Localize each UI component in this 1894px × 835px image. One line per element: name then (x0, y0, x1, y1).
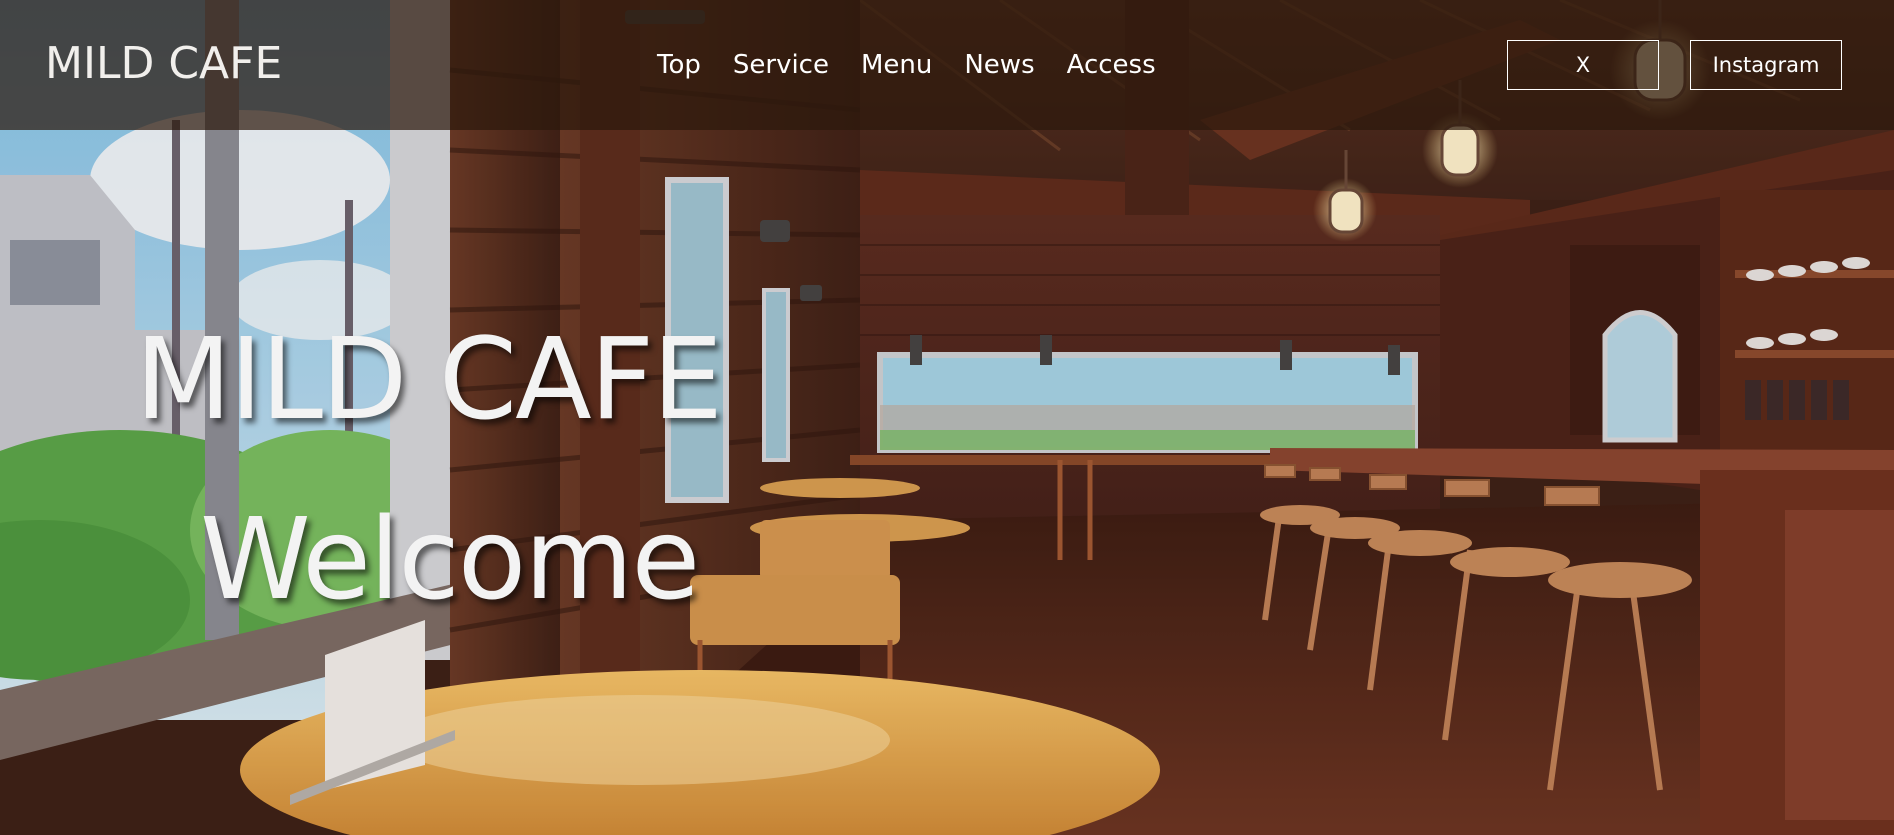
hero-subtitle: Welcome (200, 495, 700, 625)
site-header: MILD CAFE Top Service Menu News Access X… (0, 0, 1894, 130)
nav-link-service[interactable]: Service (733, 50, 829, 80)
nav-link-menu[interactable]: Menu (861, 50, 932, 80)
main-nav: Top Service Menu News Access (657, 50, 1188, 80)
hero-title: MILD CAFE (135, 315, 723, 445)
nav-link-top[interactable]: Top (657, 50, 701, 80)
nav-link-access[interactable]: Access (1067, 50, 1156, 80)
site-logo[interactable]: MILD CAFE (45, 38, 282, 89)
landing-page: MILD CAFE Top Service Menu News Access X… (0, 0, 1894, 835)
instagram-link-button[interactable]: Instagram (1690, 40, 1842, 90)
nav-link-news[interactable]: News (964, 50, 1034, 80)
x-link-button[interactable]: X (1507, 40, 1659, 90)
